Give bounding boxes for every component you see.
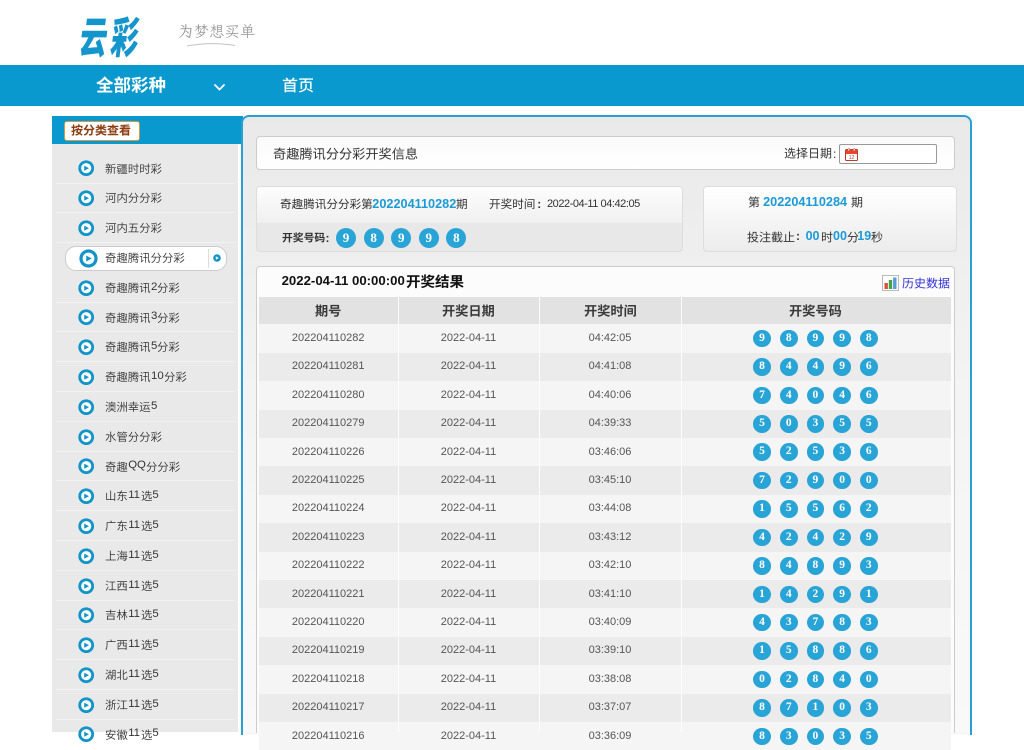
svg-text:12: 12 bbox=[849, 155, 855, 161]
